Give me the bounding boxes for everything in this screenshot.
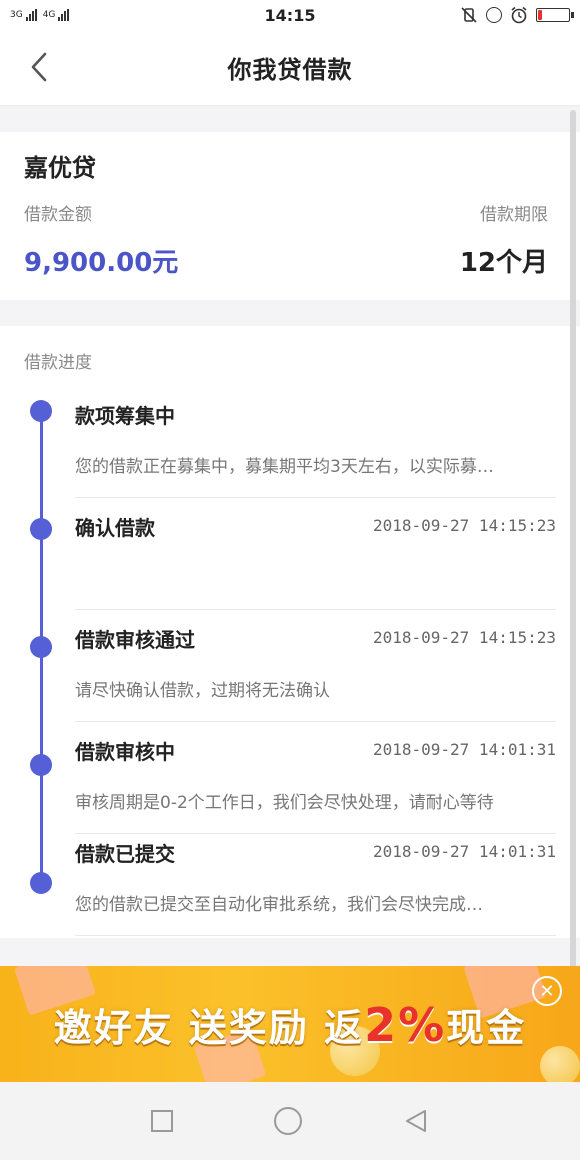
step-description: 审核周期是0-2个工作日，我们会尽快处理，请耐心等待 [75, 793, 494, 813]
step-description: 您的借款已提交至自动化审批系统，我们会尽快完成… [75, 895, 483, 915]
battery-icon [536, 8, 574, 22]
step-time: 2018-09-27 14:01:31 [372, 842, 556, 861]
nav-bar: 你我贷借款 [0, 30, 580, 106]
signal-icon [25, 9, 37, 21]
back-button[interactable] [22, 50, 56, 84]
system-nav-bar [0, 1082, 580, 1160]
alarm-icon [511, 6, 527, 24]
step-time: 2018-09-27 14:15:23 [372, 628, 556, 647]
vibrate-off-icon [461, 7, 477, 23]
lock-rotation-icon [486, 7, 502, 23]
signal-area: 3G 4G [10, 9, 72, 21]
page-title: 你我贷借款 [227, 56, 353, 84]
home-button[interactable] [273, 1107, 302, 1135]
timeline-dot [30, 754, 52, 776]
progress-title: 借款进度 [24, 353, 92, 373]
timeline-dot [30, 872, 52, 894]
loan-progress-card: 借款进度 款项筹集中 您的借款正在募集中，募集期平均3天左右，以实际募… 确认借… [0, 326, 580, 938]
close-circle-icon[interactable]: ✕ [532, 976, 562, 1006]
step-title: 款项筹集中 [75, 404, 175, 428]
recent-apps-button[interactable] [150, 1110, 173, 1132]
timeline-dot [30, 518, 52, 540]
timeline-step: 借款审核通过 2018-09-27 14:15:23 请尽快确认借款，过期将无法… [0, 610, 580, 722]
step-description: 您的借款正在募集中，募集期平均3天左右，以实际募… [75, 457, 494, 477]
promo-text-part2: 现金 [446, 1005, 527, 1050]
step-title: 借款已提交 [75, 842, 175, 866]
scrollbar[interactable] [570, 110, 576, 972]
promo-banner[interactable]: 邀好友 送奖励 返2%现金 ✕ [0, 966, 580, 1082]
loan-summary-card: 嘉优贷 借款金额 借款期限 9,900.00元 12个月 [0, 132, 580, 300]
chevron-left-icon [31, 52, 47, 82]
step-time: 2018-09-27 14:01:31 [372, 740, 556, 759]
timeline-step: 借款审核中 2018-09-27 14:01:31 审核周期是0-2个工作日，我… [0, 722, 580, 834]
step-title: 确认借款 [75, 516, 155, 540]
step-title: 借款审核通过 [75, 628, 195, 652]
loan-term-value: 12个月 [459, 248, 548, 278]
signal-icon-2 [58, 9, 70, 21]
timeline-step: 借款已提交 2018-09-27 14:01:31 您的借款已提交至自动化审批系… [0, 824, 580, 936]
system-back-button[interactable] [403, 1108, 429, 1134]
lender-name: 嘉优贷 [24, 154, 96, 182]
timeline-step: 确认借款 2018-09-27 14:15:23 [0, 498, 580, 610]
coin-decoration [540, 1046, 580, 1082]
step-time: 2018-09-27 14:15:23 [372, 516, 556, 535]
battery-level [538, 10, 542, 20]
timeline-dot [30, 636, 52, 658]
status-bar: 3G 4G 14:15 [0, 0, 580, 30]
step-description: 请尽快确认借款，过期将无法确认 [75, 681, 330, 701]
network-type-2: 4G [42, 10, 56, 20]
promo-text-part1: 邀好友 送奖励 返 [53, 1005, 365, 1050]
promo-text-accent: 2% [364, 997, 447, 1052]
loan-amount-label: 借款金额 [24, 205, 92, 225]
loan-amount-value: 9,900.00元 [24, 248, 179, 278]
promo-text: 邀好友 送奖励 返2%现金 [54, 997, 527, 1052]
timeline-dot [30, 400, 52, 422]
divider [75, 935, 556, 936]
close-glyph: ✕ [539, 980, 555, 1002]
timeline-step: 款项筹集中 您的借款正在募集中，募集期平均3天左右，以实际募… [0, 386, 580, 498]
step-title: 借款审核中 [75, 740, 175, 764]
network-type-1: 3G [10, 10, 23, 20]
loan-term-label: 借款期限 [480, 205, 548, 225]
status-icons [460, 6, 574, 24]
